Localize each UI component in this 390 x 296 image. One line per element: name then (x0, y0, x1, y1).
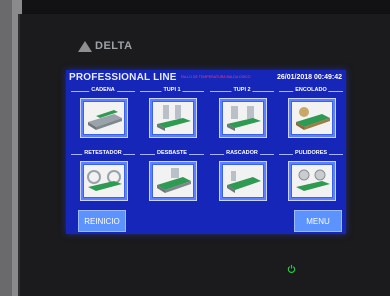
page-title: PROFESSIONAL LINE (69, 71, 177, 83)
tile-rascador: RASCADOR (210, 150, 274, 202)
tile-label: PULIDORES (292, 150, 330, 156)
polisher-icon (292, 165, 332, 197)
brand-logo: DELTA (78, 40, 133, 52)
scraper-icon (223, 165, 263, 197)
spindle-2-icon (223, 102, 263, 134)
alarm-message: FALLO DE TEMPERATURA BALDA DISCO (180, 75, 251, 79)
tile-label: TUPI 1 (161, 87, 183, 93)
hmi-screen: PROFESSIONAL LINE FALLO DE TEMPERATURA B… (66, 70, 346, 234)
tile-label: CADENA (89, 87, 117, 93)
delta-logo-icon (78, 40, 92, 52)
encolado-button[interactable] (288, 98, 336, 138)
tile-pulidores: PULIDORES (279, 150, 343, 202)
tile-tupi-2: TUPI 2 (210, 87, 274, 139)
conveyor-chain-icon (84, 102, 124, 134)
roughing-icon (153, 165, 193, 197)
tupi-1-button[interactable] (149, 98, 197, 138)
reset-button[interactable]: REINICIO (78, 210, 126, 232)
gluing-icon (292, 102, 332, 134)
rascador-button[interactable] (219, 161, 267, 201)
spindle-1-icon (153, 102, 193, 134)
tupi-2-button[interactable] (219, 98, 267, 138)
date-time-display: 26/01/2018 00:49:42 (277, 73, 342, 81)
power-icon (287, 264, 296, 273)
tile-label: RETESTADOR (82, 150, 124, 156)
pulidores-button[interactable] (288, 161, 336, 201)
desbaste-button[interactable] (149, 161, 197, 201)
screen-header: PROFESSIONAL LINE FALLO DE TEMPERATURA B… (66, 70, 346, 84)
tile-encolado: ENCOLADO (279, 87, 343, 139)
brand-logo-text: DELTA (95, 40, 133, 52)
tile-tupi-1: TUPI 1 (140, 87, 204, 139)
tile-label: RASCADOR (224, 150, 260, 156)
tile-cadena: CADENA (71, 87, 135, 139)
tile-label: TUPI 2 (231, 87, 253, 93)
menu-button[interactable]: MENU (294, 210, 342, 232)
tile-desbaste: DESBASTE (140, 150, 204, 202)
tile-label: ENCOLADO (293, 87, 329, 93)
end-trimmer-icon (84, 165, 124, 197)
cadena-button[interactable] (80, 98, 128, 138)
tile-label: DESBASTE (155, 150, 189, 156)
tile-retestador: RETESTADOR (71, 150, 135, 202)
retestador-button[interactable] (80, 161, 128, 201)
